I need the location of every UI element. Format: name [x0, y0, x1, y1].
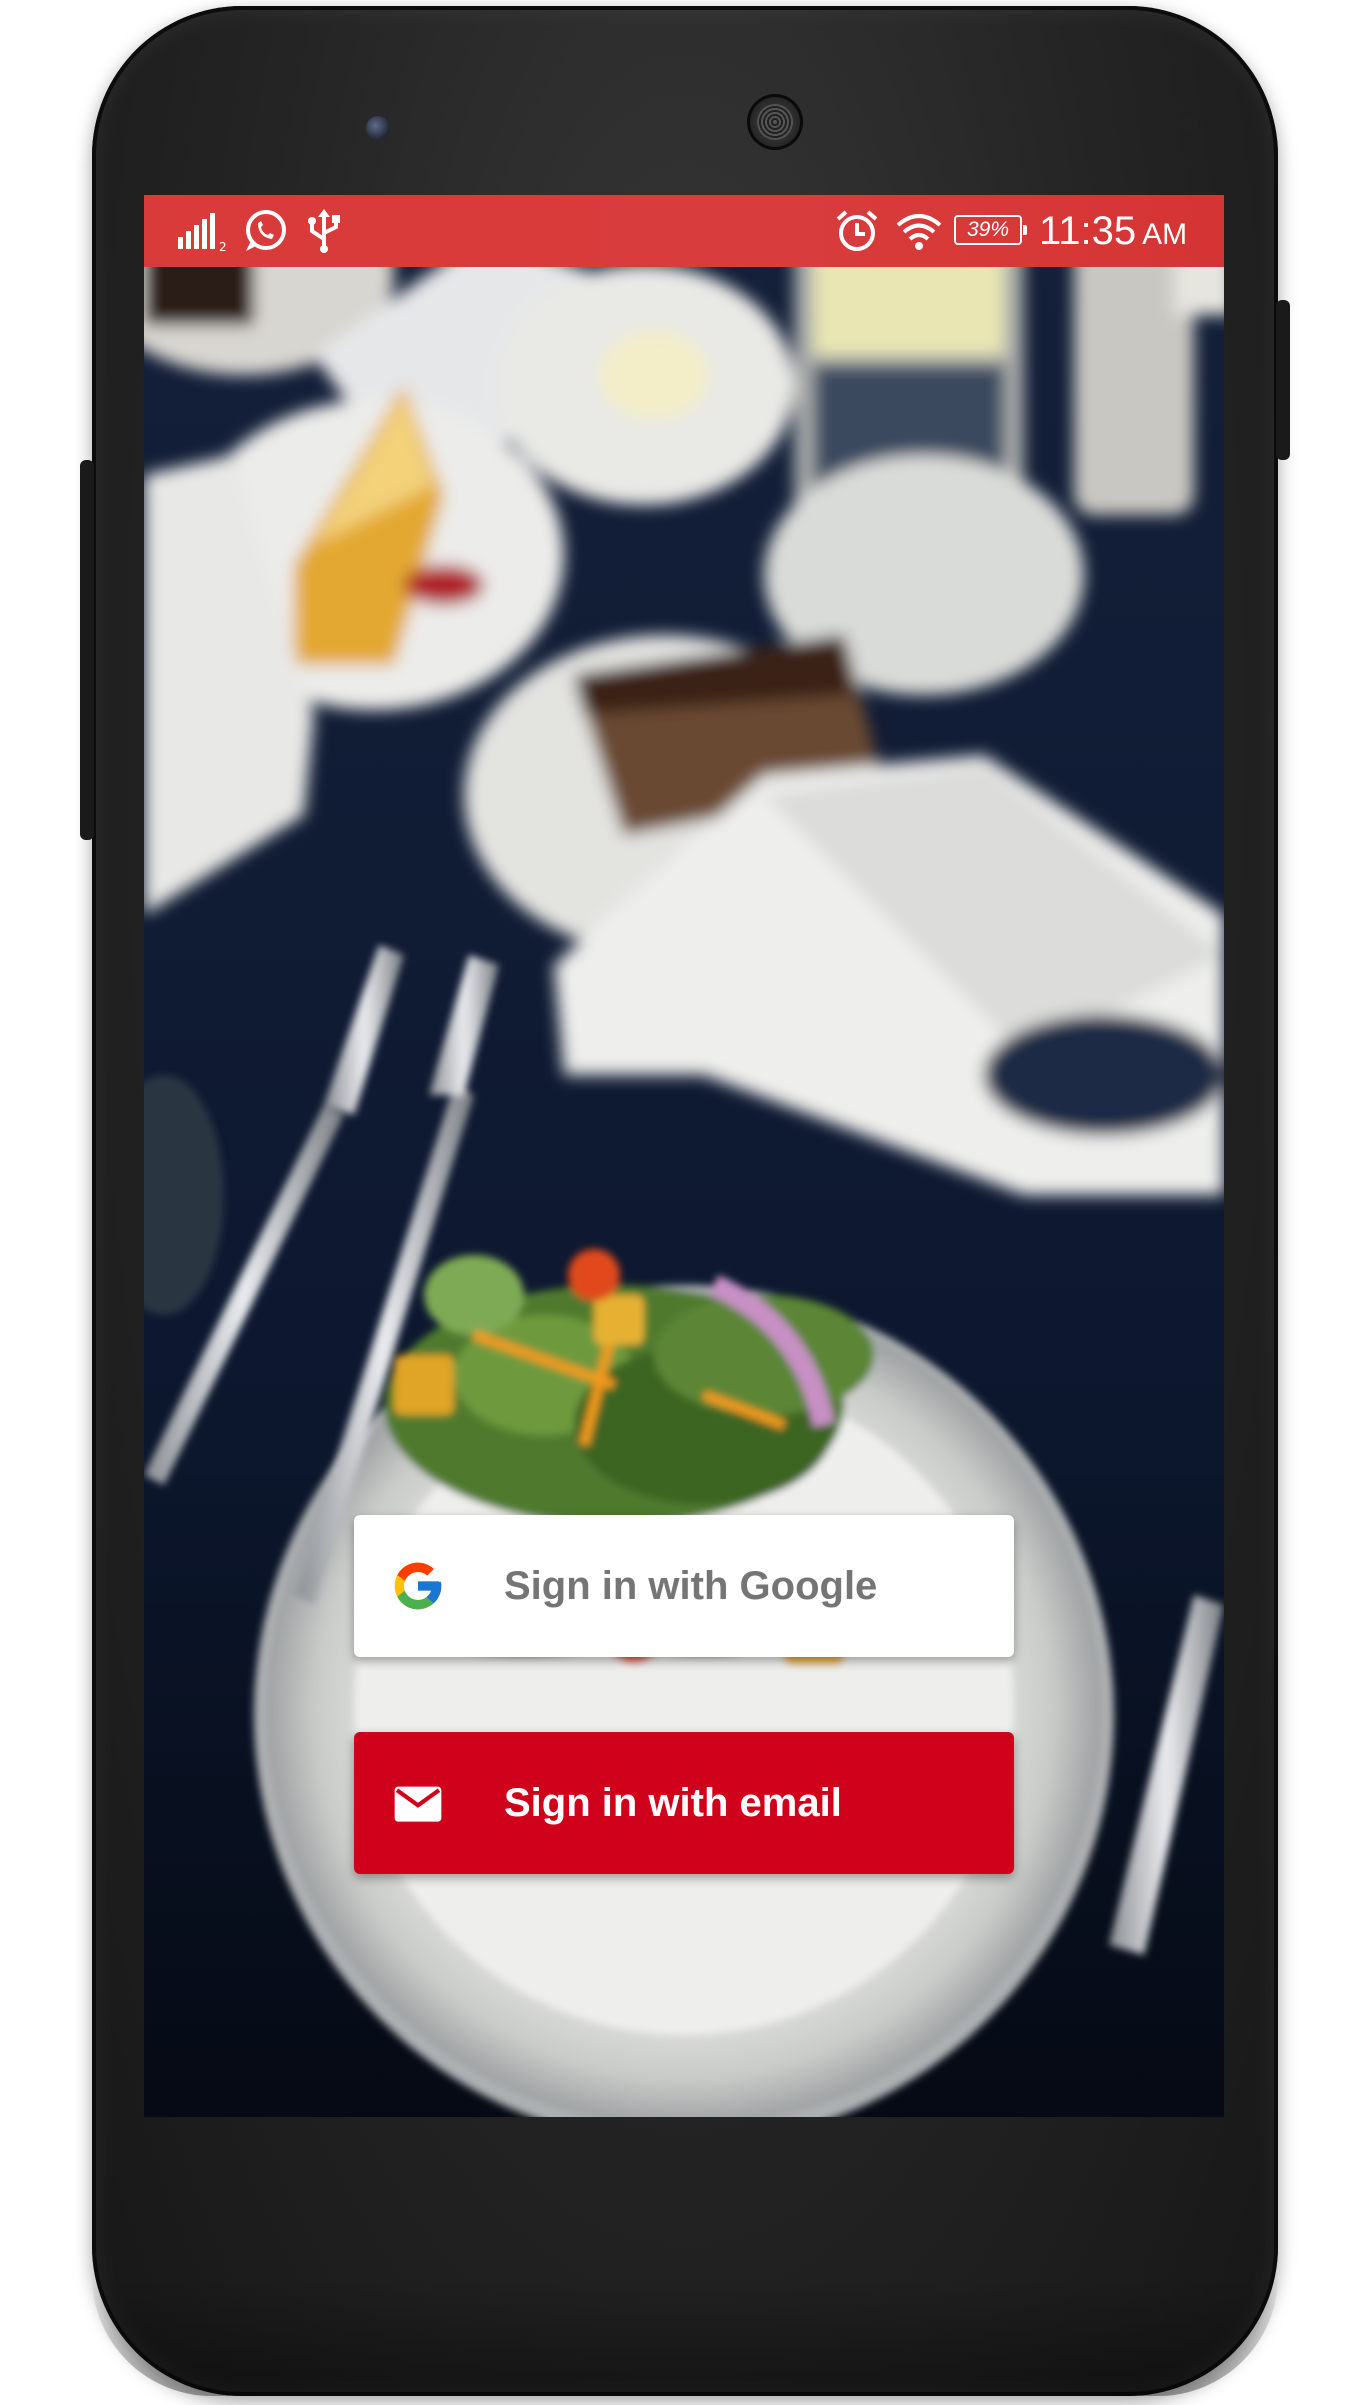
google-signin-button[interactable]: Sign in with Google: [354, 1515, 1014, 1657]
google-icon: [394, 1562, 442, 1610]
light-sensor: [1182, 116, 1198, 132]
mail-icon: [394, 1786, 442, 1822]
proximity-sensor: [1142, 116, 1158, 132]
whatsapp-icon: [246, 210, 286, 251]
clock-time: 11:35: [1039, 209, 1137, 253]
alarm-icon: [836, 210, 878, 251]
front-camera: [366, 116, 390, 140]
earpiece-speaker: [747, 94, 803, 150]
signal-icon: 2: [178, 213, 227, 253]
status-bar: 2 39% 11:35 AM: [144, 195, 1224, 267]
battery-level: 39%: [966, 218, 1010, 241]
power-button: [1276, 300, 1290, 460]
wifi-icon: [896, 214, 942, 250]
email-signin-button[interactable]: Sign in with email: [354, 1732, 1014, 1874]
usb-icon: [308, 209, 340, 253]
app-screen: 2 39% 11:35 AM Sign in with Google Sign …: [144, 195, 1224, 2117]
battery-icon: 39%: [954, 215, 1027, 245]
clock-ampm: AM: [1142, 218, 1188, 251]
email-signin-label: Sign in with email: [504, 1780, 842, 1825]
volume-button: [80, 460, 94, 840]
svg-text:2: 2: [219, 240, 227, 253]
google-signin-label: Sign in with Google: [504, 1563, 878, 1608]
clock: 11:35 AM: [1039, 207, 1187, 255]
